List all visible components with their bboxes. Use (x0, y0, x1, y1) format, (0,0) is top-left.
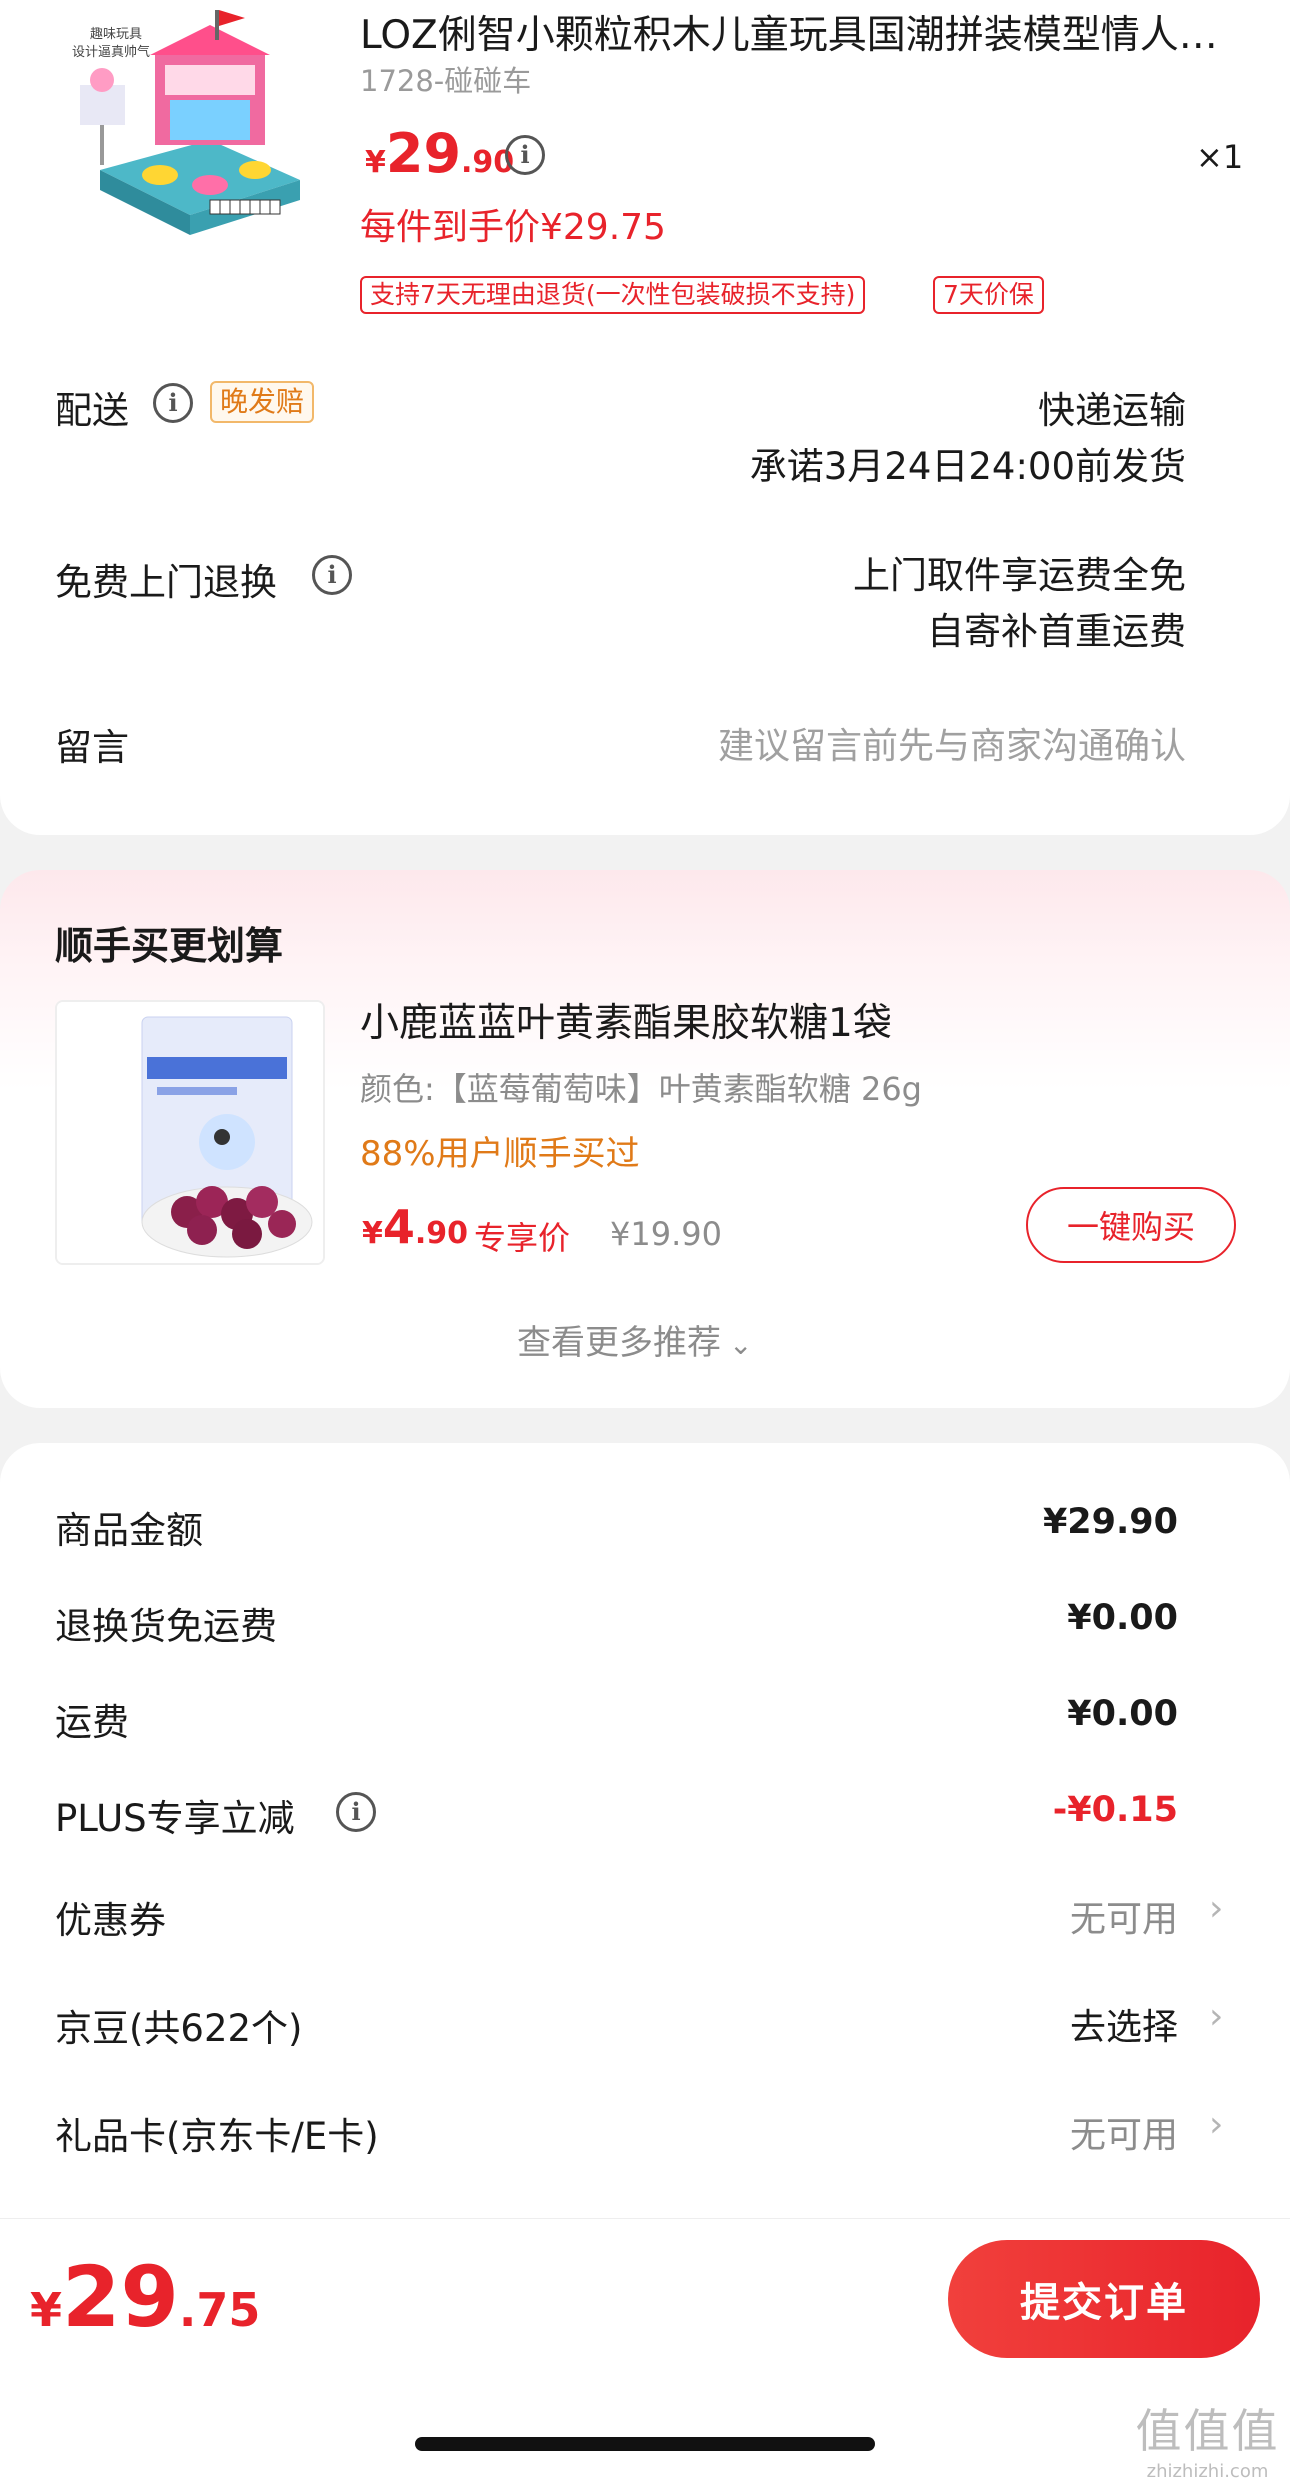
home-indicator[interactable] (415, 2437, 875, 2451)
coupon-chevron-right-icon[interactable]: › (1209, 1888, 1223, 1929)
product-spec: 1728-碰碰车 (360, 64, 532, 98)
see-more-recommendations-link[interactable]: 查看更多推荐 ⌄ (517, 1315, 752, 1364)
free-return-label: 免费上门退换 (55, 561, 277, 604)
plus-discount-info-icon[interactable]: i (336, 1792, 376, 1832)
svg-text:设计逼真帅气: 设计逼真帅气 (72, 44, 150, 60)
summary-shipping-label: 运费 (55, 1701, 129, 1744)
price-protection-tag: 7天价保 (933, 276, 1044, 314)
delivery-info-icon[interactable]: i (153, 383, 193, 423)
summary-goods-amount-value: ¥29.90 (1042, 1502, 1178, 1542)
summary-giftcard-label: 礼品卡(京东卡/E卡) (55, 2115, 379, 2158)
summary-giftcard-value[interactable]: 无可用 (1070, 2106, 1178, 2158)
summary-jingdou-value[interactable]: 去选择 (1070, 1998, 1178, 2050)
watermark-domain: zhizhizhi.com (1146, 2461, 1269, 2478)
addon-price-label: 专享价 (474, 1219, 571, 1257)
giftcard-chevron-right-icon[interactable]: › (1209, 2104, 1223, 2145)
message-input[interactable]: 建议留言前先与商家沟通确认 (718, 717, 1186, 769)
summary-goods-amount-label: 商品金额 (55, 1509, 203, 1552)
quantity: ×1 (1196, 138, 1244, 176)
price-info-icon[interactable]: i (505, 135, 545, 175)
chevron-down-icon: ⌄ (729, 1328, 753, 1361)
summary-plus-discount-value: -¥0.15 (1052, 1790, 1178, 1830)
addon-product-title[interactable]: 小鹿蓝蓝叶黄素酯果胶软糖1袋 (360, 992, 892, 1048)
product-title[interactable]: LOZ俐智小颗粒积木儿童玩具国潮拼装模型情人… (360, 4, 1218, 60)
product-image[interactable]: 趣味玩具 设计逼真帅气 (60, 0, 310, 255)
addon-original-price: ¥19.90 (610, 1215, 722, 1253)
return-info-icon[interactable]: i (312, 555, 352, 595)
addon-social-proof: 88%用户顺手买过 (360, 1134, 640, 1174)
summary-shipping-value: ¥0.00 (1067, 1694, 1178, 1734)
summary-coupon-value[interactable]: 无可用 (1070, 1890, 1178, 1942)
summary-plus-discount-label: PLUS专享立减 (55, 1797, 295, 1840)
late-delivery-compensation-badge: 晚发赔 (210, 381, 315, 423)
svg-text:趣味玩具: 趣味玩具 (90, 27, 142, 42)
return-pickup-text: 上门取件享运费全免 (853, 554, 1186, 597)
addon-section-title: 顺手买更划算 (55, 924, 284, 968)
summary-return-shipping-value: ¥0.00 (1067, 1598, 1178, 1638)
final-unit-price: 每件到手价¥29.75 (360, 207, 666, 248)
delivery-promise: 承诺3月24日24:00前发货 (749, 445, 1186, 488)
summary-jingdou-label: 京豆(共622个) (55, 2007, 303, 2050)
delivery-label: 配送 (55, 389, 129, 432)
summary-return-shipping-label: 退换货免运费 (55, 1605, 277, 1648)
addon-product-spec: 颜色:【蓝莓葡萄味】叶黄素酯软糖 26g (360, 1070, 922, 1108)
return-policy-tag: 支持7天无理由退货(一次性包装破损不支持) (360, 276, 866, 314)
watermark: 值值值 zhizhizhi.com (1135, 2395, 1280, 2478)
addon-product-image[interactable] (55, 1000, 325, 1265)
jingdou-chevron-right-icon[interactable]: › (1209, 1996, 1223, 2037)
order-item-card: 趣味玩具 设计逼真帅气 LOZ俐智小颗粒积木儿童玩具国潮拼装模型情人… 1728… (0, 0, 1290, 835)
delivery-method[interactable]: 快递运输 (1038, 380, 1186, 434)
see-more-label: 查看更多推荐 (517, 1323, 721, 1363)
total-price: ¥29.75 (30, 2248, 261, 2346)
return-self-ship-text: 自寄补首重运费 (927, 610, 1186, 653)
message-label: 留言 (55, 726, 129, 769)
addon-price: ¥4.90 (362, 1200, 469, 1254)
summary-coupon-label: 优惠券 (55, 1899, 166, 1942)
one-click-buy-button[interactable]: 一键购买 (1026, 1187, 1236, 1263)
submit-order-button[interactable]: 提交订单 (948, 2240, 1260, 2358)
watermark-text: 值值值 (1135, 2404, 1280, 2458)
product-price: ¥29.90 (365, 122, 515, 185)
